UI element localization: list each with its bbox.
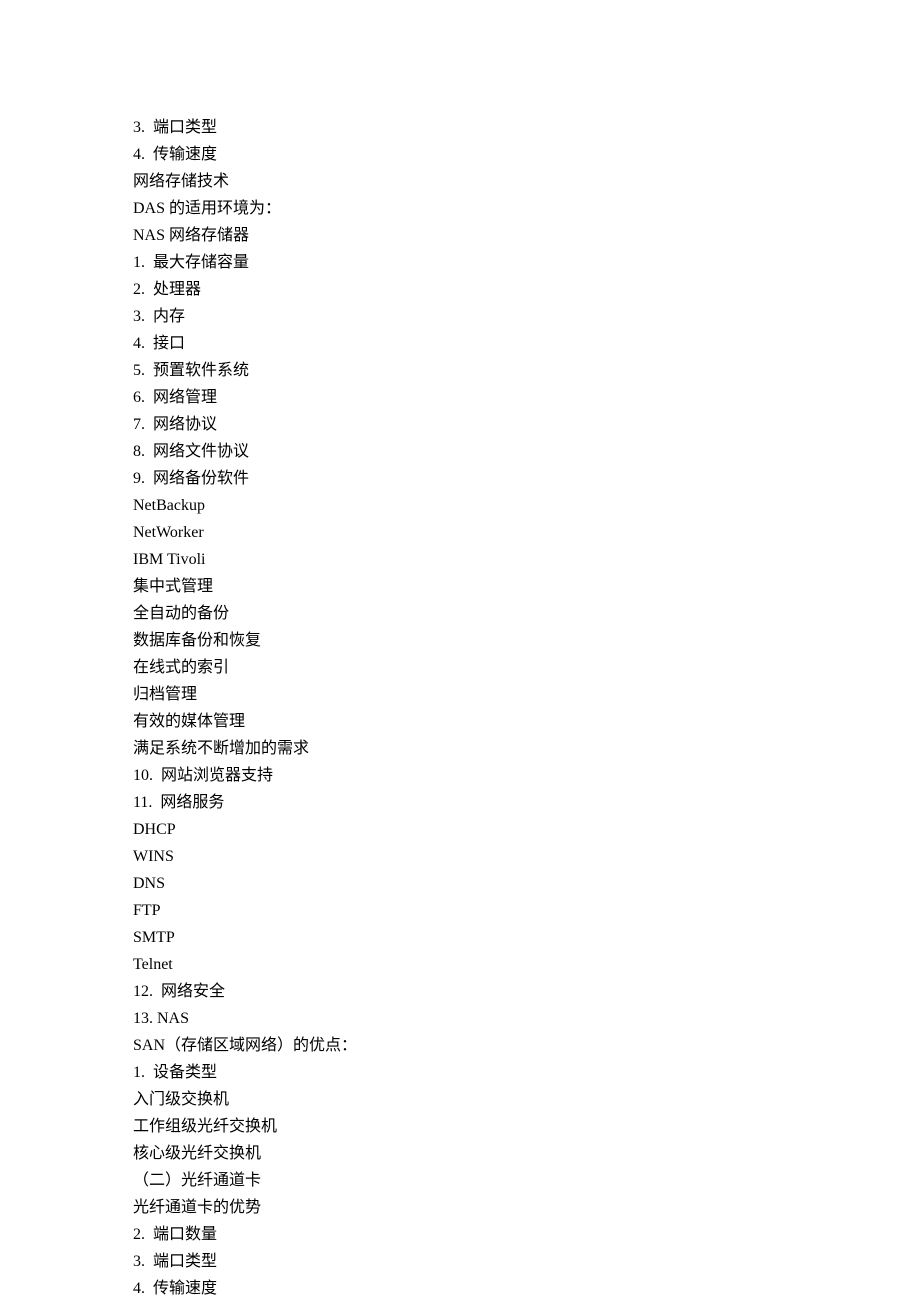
- text-line: SMTP: [133, 924, 920, 951]
- text-line: 1. 设备类型: [133, 1059, 920, 1086]
- text-line: 2. 处理器: [133, 276, 920, 303]
- text-line: 9. 网络备份软件: [133, 465, 920, 492]
- text-line: 3. 端口类型: [133, 114, 920, 141]
- text-line: 光纤通道卡的优势: [133, 1194, 920, 1221]
- text-line: 数据库备份和恢复: [133, 627, 920, 654]
- text-line: 在线式的索引: [133, 654, 920, 681]
- text-line: 3. 内存: [133, 303, 920, 330]
- text-line: 网络存储技术: [133, 168, 920, 195]
- text-line: 8. 网络文件协议: [133, 438, 920, 465]
- text-line: 4. 接口: [133, 330, 920, 357]
- text-line: 12. 网络安全: [133, 978, 920, 1005]
- text-line: （二）光纤通道卡: [133, 1167, 920, 1194]
- text-line: 1. 最大存储容量: [133, 249, 920, 276]
- text-line: DAS 的适用环境为：: [133, 195, 920, 222]
- text-line: NetBackup: [133, 492, 920, 519]
- text-line: 集中式管理: [133, 573, 920, 600]
- text-line: NetWorker: [133, 519, 920, 546]
- text-line: DNS: [133, 870, 920, 897]
- text-line: 入门级交换机: [133, 1086, 920, 1113]
- text-line: 全自动的备份: [133, 600, 920, 627]
- document-page: 3. 端口类型 4. 传输速度 网络存储技术 DAS 的适用环境为： NAS 网…: [0, 0, 920, 1302]
- text-line: NAS 网络存储器: [133, 222, 920, 249]
- text-line: 工作组级光纤交换机: [133, 1113, 920, 1140]
- text-line: 13. NAS: [133, 1005, 920, 1032]
- text-line: 核心级光纤交换机: [133, 1140, 920, 1167]
- text-line: 7. 网络协议: [133, 411, 920, 438]
- text-line: WINS: [133, 843, 920, 870]
- text-line: FTP: [133, 897, 920, 924]
- text-line: 5. 预置软件系统: [133, 357, 920, 384]
- text-line: SAN（存储区域网络）的优点：: [133, 1032, 920, 1059]
- text-line: 6. 网络管理: [133, 384, 920, 411]
- text-line: 有效的媒体管理: [133, 708, 920, 735]
- text-line: 10. 网站浏览器支持: [133, 762, 920, 789]
- text-line: 4. 传输速度: [133, 141, 920, 168]
- text-line: 3. 端口类型: [133, 1248, 920, 1275]
- text-line: Telnet: [133, 951, 920, 978]
- text-line: 归档管理: [133, 681, 920, 708]
- text-line: IBM Tivoli: [133, 546, 920, 573]
- text-line: 11. 网络服务: [133, 789, 920, 816]
- text-line: DHCP: [133, 816, 920, 843]
- text-line: 4. 传输速度: [133, 1275, 920, 1302]
- text-line: 满足系统不断增加的需求: [133, 735, 920, 762]
- text-line: 2. 端口数量: [133, 1221, 920, 1248]
